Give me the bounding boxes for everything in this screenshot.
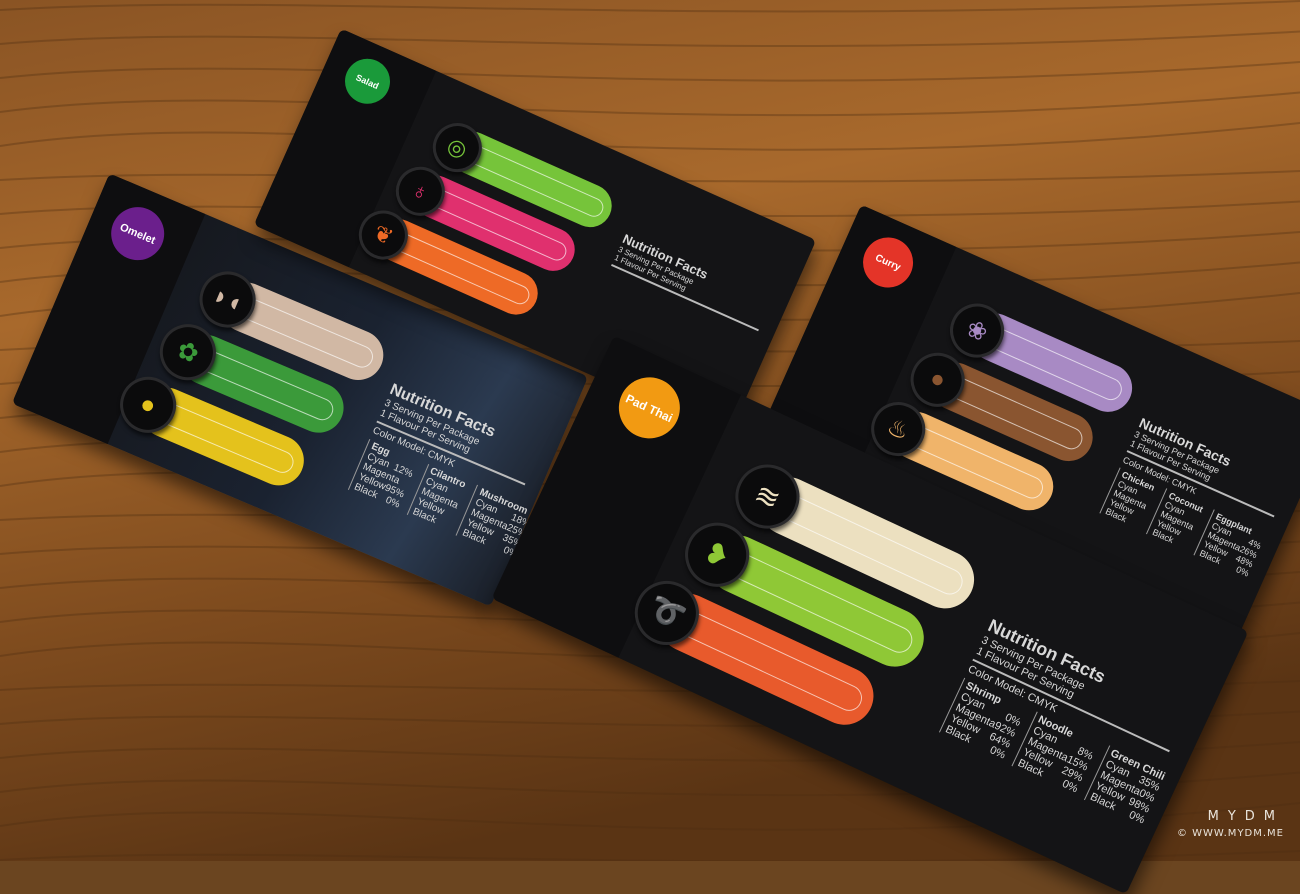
- watermark-brand: MYDM: [1207, 809, 1284, 824]
- facts-row-value: [1197, 514, 1201, 523]
- title-badge-label: Pad Thai: [623, 390, 675, 425]
- nutrition-facts-panel: Nutrition Facts 3 Serving Per Package 1 Fl…: [938, 615, 1190, 827]
- facts-row-value: [1184, 542, 1188, 551]
- title-badge-label: Curry: [873, 252, 903, 273]
- nutrition-facts-panel: Nutrition Facts 3 Serving Per Package 1 Fl…: [347, 381, 542, 561]
- serving-per-package: 3 Serving Per Package: [616, 244, 696, 287]
- nutrition-facts-panel: Nutrition Facts 3 Serving Per Package 1 Fl…: [609, 231, 773, 335]
- watermark-url: © WWW.MYDM.ME: [1176, 828, 1284, 839]
- facts-row-value: [406, 480, 410, 490]
- facts-row-value: [447, 521, 451, 531]
- title-badge-label: Salad: [354, 71, 381, 91]
- facts-group: Coconut Cyan Magenta Yellow Black: [1146, 488, 1205, 551]
- facts-row-value: [1137, 521, 1141, 530]
- facts-row-value: [451, 511, 455, 521]
- facts-group: Cilantro Cyan Magenta Yellow Black: [406, 463, 469, 532]
- facts-group: Chicken Cyan Magenta Yellow Black: [1099, 467, 1158, 531]
- nutrition-facts-panel: Nutrition Facts 3 Serving Per Package 1 Fl…: [1099, 414, 1290, 579]
- watermark: MYDM © WWW.MYDM.ME: [1177, 809, 1284, 839]
- facts-row-value: [1188, 533, 1192, 542]
- facts-row-value: [1149, 493, 1153, 502]
- facts-row-value: [1141, 512, 1145, 521]
- title-badge-label: Omelet: [118, 220, 158, 247]
- facts-row-value: [460, 491, 464, 501]
